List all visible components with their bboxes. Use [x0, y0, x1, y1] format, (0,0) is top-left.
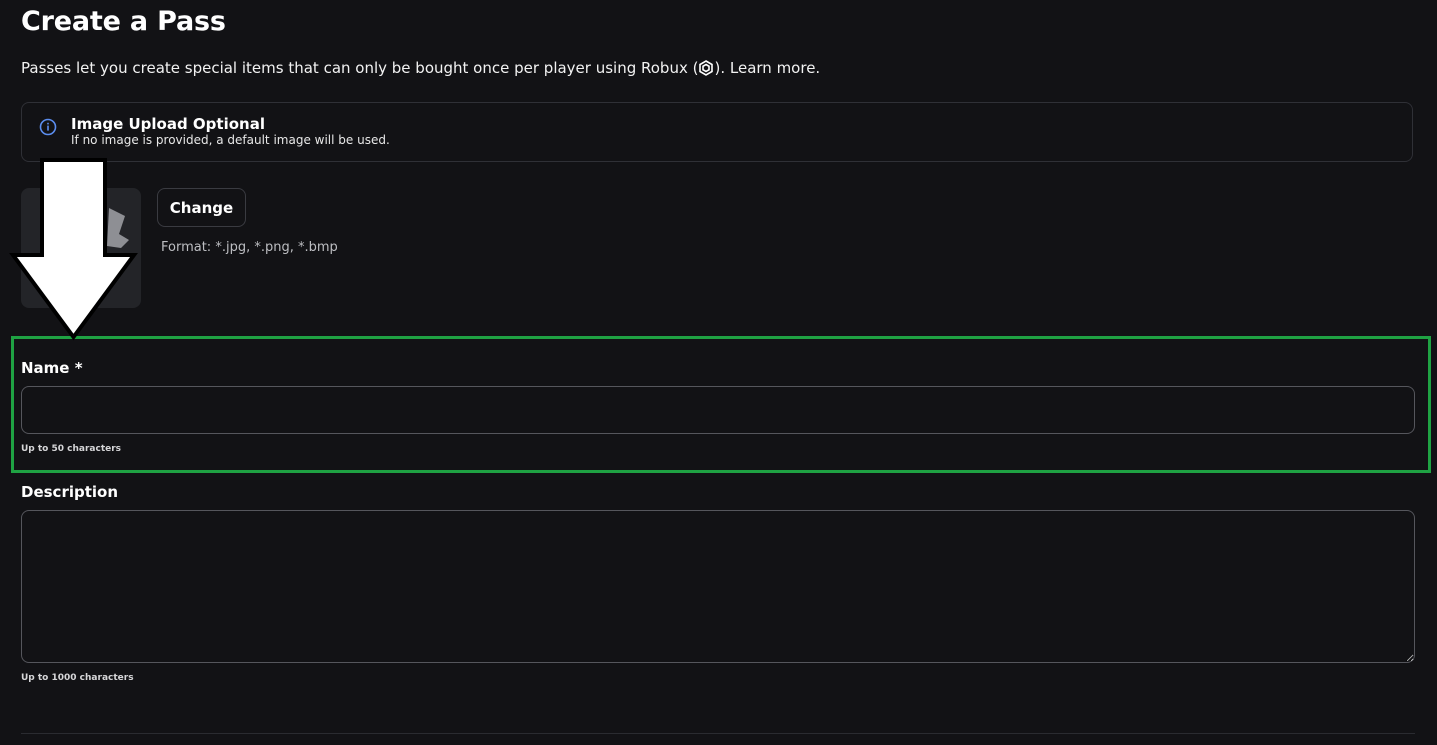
page-subtitle: Passes let you create special items that… [21, 58, 820, 78]
image-optional-notice: Image Upload Optional If no image is pro… [21, 102, 1413, 162]
name-input[interactable] [21, 386, 1415, 434]
info-circle-icon [39, 118, 57, 136]
learn-more-link[interactable]: Learn more. [730, 59, 820, 77]
name-label: Name * [21, 359, 83, 377]
robux-icon [699, 60, 714, 76]
change-image-button[interactable]: Change [157, 188, 246, 227]
notice-title: Image Upload Optional [71, 115, 265, 133]
down-arrow-annotation-icon [9, 158, 138, 341]
create-pass-page: Create a Pass Passes let you create spec… [0, 0, 1437, 745]
subtitle-text-end: ). [714, 59, 726, 77]
notice-text: If no image is provided, a default image… [71, 133, 390, 147]
description-char-limit: Up to 1000 characters [21, 673, 134, 683]
page-title: Create a Pass [21, 6, 226, 37]
name-char-limit: Up to 50 characters [21, 444, 122, 454]
description-input[interactable] [21, 510, 1415, 663]
subtitle-text: Passes let you create special items that… [21, 59, 699, 77]
description-label: Description [21, 483, 119, 501]
section-divider [21, 733, 1415, 734]
image-format-hint: Format: *.jpg, *.png, *.bmp [161, 240, 338, 255]
